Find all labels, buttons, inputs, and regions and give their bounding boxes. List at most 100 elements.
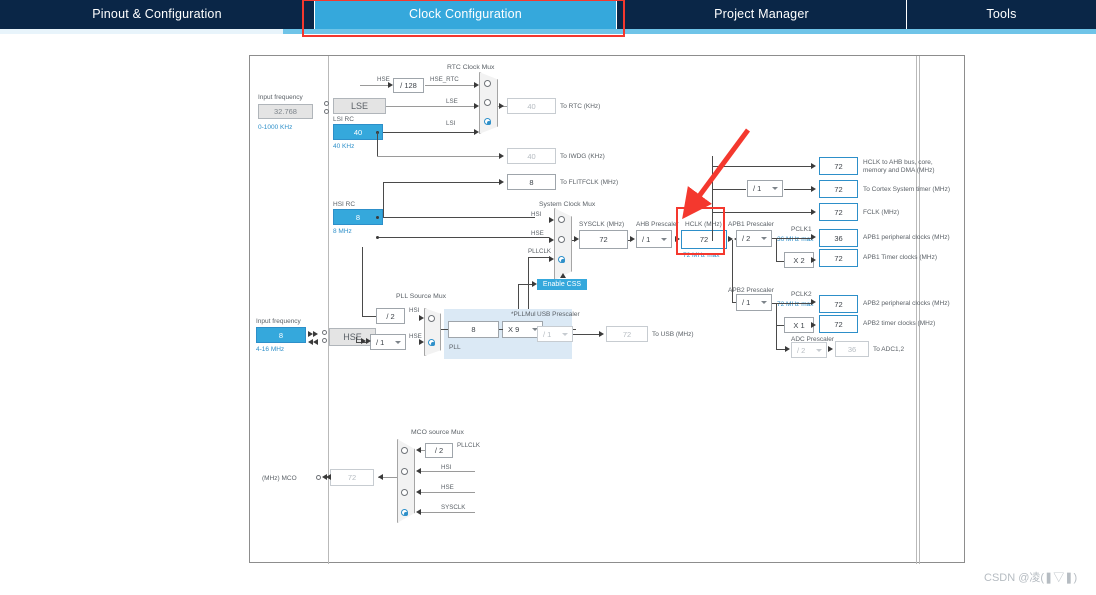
hse-input-frequency-range: 4-16 MHz	[256, 346, 285, 353]
lse-input-frequency-field[interactable]: 32.768	[258, 104, 313, 119]
arrow-mco-pin-2	[326, 474, 331, 480]
to-rtc-value: 40	[507, 98, 556, 114]
apb1-prescaler-value: / 2	[742, 234, 751, 243]
sysmux-option-hsi[interactable]	[558, 216, 565, 223]
hse-input-frequency-field[interactable]: 8	[256, 327, 306, 343]
chevron-down-icon	[562, 332, 568, 336]
wire-apb1-to-periph	[776, 238, 811, 239]
rtc-hse-rtc-label: HSE_RTC	[430, 76, 459, 83]
wire-pll-to-mul	[499, 329, 503, 330]
chevron-down-icon	[761, 237, 767, 240]
mco-pin	[316, 475, 321, 480]
pclk2-title: PCLK2	[791, 291, 812, 298]
divider-line-right	[916, 56, 917, 564]
arrow-lsi-to-mux	[474, 129, 479, 135]
mco-option-sysclk[interactable]	[401, 509, 408, 516]
mco-hse-label: HSE	[441, 484, 454, 491]
hse-in-arrow-2	[313, 331, 318, 337]
enable-css-button[interactable]: Enable CSS	[537, 279, 587, 290]
rtc-mux-option-lsi[interactable]	[484, 118, 491, 125]
apb2-prescaler-select[interactable]: / 1	[736, 294, 772, 311]
apb2-prescaler-value: / 1	[742, 298, 751, 307]
pll-input-value: 8	[448, 321, 499, 338]
chevron-down-icon	[661, 237, 667, 241]
apb2-timer-label: APB2 timer clocks (MHz)	[863, 320, 936, 327]
arrow-pllclk-to-sysmux	[549, 256, 554, 262]
clock-tree-diagram: Input frequency 32.768 0-1000 KHz LSE LS…	[249, 55, 965, 564]
tab-pinout-configuration[interactable]: Pinout & Configuration	[0, 0, 315, 29]
rtc-mux-option-hse-rtc[interactable]	[484, 80, 491, 87]
mco-option-hse[interactable]	[401, 489, 408, 496]
wire-css-in	[518, 284, 532, 285]
ahb-prescaler-value: / 1	[642, 234, 651, 244]
arrow-apb2-timer	[811, 322, 816, 328]
arrow-css-in	[532, 281, 537, 287]
apb2-timer-multiplier: X 1	[784, 317, 814, 333]
wire-mco-pllclk-in	[421, 450, 425, 451]
sysmux-hsi-label: HSI	[531, 211, 542, 218]
hsi-rc-title: HSI RC	[333, 201, 356, 208]
wire-apb2-branch	[776, 303, 777, 349]
usb-prescaler-value: / 1	[543, 329, 552, 339]
arrow-apb1-periph	[811, 234, 816, 240]
hse-input-frequency-label: Input frequency	[256, 318, 301, 325]
fclk-label: FCLK (MHz)	[863, 209, 900, 216]
wire-lse-to-mux	[386, 106, 474, 107]
wire-mco-sysclk-in	[421, 512, 475, 513]
rtc-lse-label: LSE	[446, 98, 458, 105]
wire-mco-hsi-in	[421, 471, 475, 472]
rtc-lsi-label: LSI	[446, 120, 456, 127]
lsi-rc-unit: 40 KHz	[333, 143, 355, 150]
tab-tools[interactable]: Tools	[907, 0, 1096, 29]
sysmux-option-pllclk[interactable]	[558, 256, 565, 263]
mco-option-hsi[interactable]	[401, 468, 408, 475]
rtc-mux-option-lse[interactable]	[484, 99, 491, 106]
pll-mux-option-hsi[interactable]	[428, 315, 435, 322]
apb1-periph-label: APB1 peripheral clocks (MHz)	[863, 234, 950, 241]
wire-apb2-to-x1	[776, 325, 784, 326]
ahb-prescaler-title: AHB Prescaler	[636, 221, 679, 228]
ahb-prescaler-select[interactable]: / 1	[636, 230, 672, 248]
adc-prescaler-select[interactable]: / 2	[791, 342, 827, 358]
mco-option-pllclk[interactable]	[401, 447, 408, 454]
apb2-periph-label: APB2 peripheral clocks (MHz)	[863, 300, 950, 307]
apb1-prescaler-select[interactable]: / 2	[736, 230, 772, 247]
arrow-hse-pll-in2	[366, 338, 371, 344]
wire-hsi-to-flitfclk	[383, 182, 499, 183]
arrow-hclk-ahbbus	[811, 163, 816, 169]
hse-pin-top	[322, 330, 327, 335]
pll-hse-divider-select[interactable]: / 1	[370, 334, 406, 350]
usb-prescaler-title: USB Prescaler	[537, 311, 580, 318]
arrow-sysclk-to-ahb	[630, 236, 635, 242]
pllmul-title: *PLLMul	[511, 311, 536, 318]
wire-hse-to-sysmux	[377, 237, 549, 238]
chevron-down-icon	[761, 301, 767, 304]
pll-mux-option-hse[interactable]	[428, 339, 435, 346]
tab-project-manager[interactable]: Project Manager	[617, 0, 907, 29]
arrow-lsi-to-iwdg	[499, 153, 504, 159]
wire-apb1-branch	[776, 238, 777, 261]
usb-prescaler-select[interactable]: / 1	[537, 326, 573, 342]
lsi-rc-title: LSI RC	[333, 116, 354, 123]
arrow-hse-to-div128	[388, 82, 393, 88]
to-iwdg-label: To IWDG (KHz)	[560, 153, 605, 160]
lse-oscillator-box[interactable]: LSE	[333, 98, 386, 114]
arrow-apb1-timer	[811, 257, 816, 263]
arrow-hclk-fclk	[811, 209, 816, 215]
hse-pin-bottom	[322, 338, 327, 343]
arrow-css-up	[560, 273, 566, 278]
chevron-down-icon	[772, 187, 778, 190]
rtc-hse-divider[interactable]: / 128	[393, 78, 424, 93]
apb1-periph-value: 36	[819, 229, 858, 247]
arrow-div128-to-mux	[474, 82, 479, 88]
wire-usb-to-out	[573, 334, 599, 335]
arrow-hsi-to-flitfclk	[499, 179, 504, 185]
arrow-apb2-to-adc	[785, 346, 790, 352]
apb2-timer-value: 72	[819, 315, 858, 333]
sysmux-pllclk-label: PLLCLK	[528, 248, 552, 255]
apb1-prescaler-title: APB1 Prescaler	[728, 221, 774, 228]
cortex-timer-value: 72	[819, 180, 858, 198]
wire-pllclk-to-sysmux	[528, 257, 549, 258]
wire-hse-osc-to-pll	[356, 337, 357, 343]
sysmux-option-hse[interactable]	[558, 236, 565, 243]
